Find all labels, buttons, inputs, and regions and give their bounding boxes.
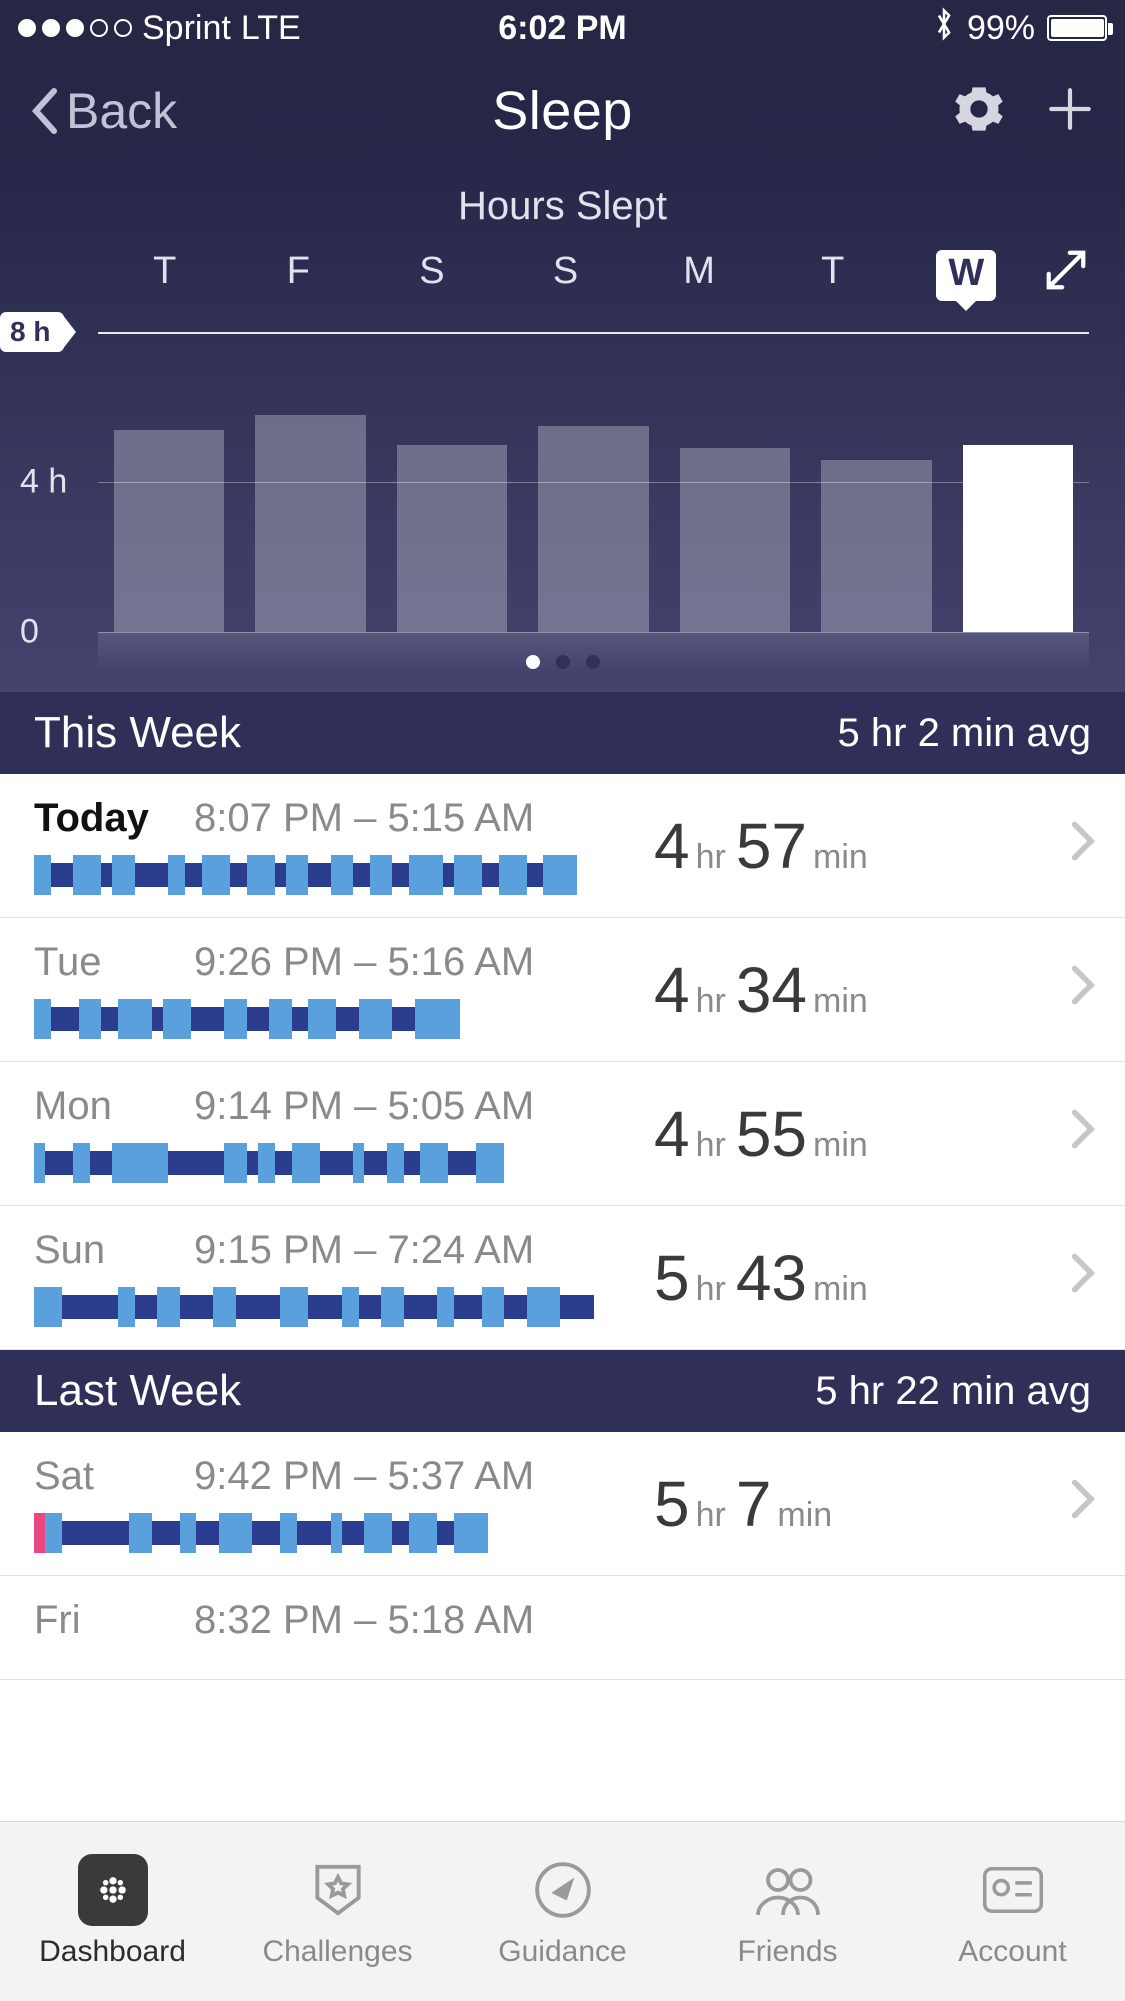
tab-label: Challenges — [262, 1935, 412, 1969]
day-label[interactable]: T — [98, 250, 232, 301]
chevron-right-icon — [1069, 1105, 1095, 1163]
sleep-log-row[interactable]: Tue 9:26 PM – 5:16 AM 4hr34min — [0, 918, 1125, 1062]
pager-dot[interactable] — [526, 655, 540, 669]
battery-pct-label: 99% — [967, 9, 1035, 48]
status-bar: Sprint LTE 6:02 PM 99% — [0, 0, 1125, 56]
chart-bar[interactable] — [98, 332, 240, 632]
sleep-chart: Hours Slept TFSSMTW 8 h 4 h 0 — [0, 166, 1125, 692]
chart-bar[interactable] — [806, 332, 948, 632]
chevron-right-icon — [1069, 961, 1095, 1019]
plus-icon — [1045, 84, 1095, 134]
row-day-label: Sat — [34, 1454, 154, 1499]
row-time-range: 9:14 PM – 5:05 AM — [194, 1084, 534, 1129]
pager-dot[interactable] — [556, 655, 570, 669]
chart-title: Hours Slept — [0, 184, 1125, 229]
tab-friends[interactable]: Friends — [675, 1822, 900, 2001]
row-time-range: 8:07 PM – 5:15 AM — [194, 796, 534, 841]
gear-icon — [953, 83, 1005, 135]
settings-button[interactable] — [953, 83, 1005, 140]
tab-label: Dashboard — [39, 1935, 186, 1969]
day-label[interactable]: F — [232, 250, 366, 301]
bluetooth-icon — [933, 7, 955, 50]
section-header: This Week 5 hr 2 min avg — [0, 692, 1125, 774]
row-duration: 4hr55min — [594, 1097, 1069, 1171]
row-duration: 4hr57min — [594, 809, 1069, 883]
carrier-label: Sprint — [142, 9, 231, 48]
row-day-label: Sun — [34, 1228, 154, 1273]
section-header: Last Week 5 hr 22 min avg — [0, 1350, 1125, 1432]
day-label[interactable]: W — [899, 250, 1033, 301]
row-time-range: 9:42 PM – 5:37 AM — [194, 1454, 534, 1499]
dashboard-icon — [78, 1854, 148, 1926]
section-summary: 5 hr 2 min avg — [838, 711, 1091, 756]
sleep-log-row[interactable]: Today 8:07 PM – 5:15 AM 4hr57min — [0, 774, 1125, 918]
row-day-label: Mon — [34, 1084, 154, 1129]
sleep-stages-bar — [34, 1143, 594, 1183]
expand-icon — [1043, 247, 1089, 293]
tab-challenges[interactable]: Challenges — [225, 1822, 450, 2001]
chart-bar[interactable] — [947, 332, 1089, 632]
sleep-stages-bar — [34, 855, 594, 895]
network-label: LTE — [241, 9, 301, 48]
sleep-log-list[interactable]: This Week 5 hr 2 min avg Today 8:07 PM – 5:… — [0, 692, 1125, 1821]
sleep-stages-bar — [34, 1287, 594, 1327]
section-title: This Week — [34, 708, 241, 758]
row-day-label: Tue — [34, 940, 154, 985]
tab-guidance[interactable]: Guidance — [450, 1822, 675, 2001]
chart-bar[interactable] — [664, 332, 806, 632]
tab-bar: Dashboard Challenges Guidance Friends Ac… — [0, 1821, 1125, 2001]
tab-account[interactable]: Account — [900, 1822, 1125, 2001]
chart-bar[interactable] — [381, 332, 523, 632]
day-label[interactable]: M — [632, 250, 766, 301]
sleep-log-row[interactable]: Sun 9:15 PM – 7:24 AM 5hr43min — [0, 1206, 1125, 1350]
tab-label: Friends — [737, 1935, 837, 1969]
page-indicator[interactable] — [0, 655, 1125, 674]
pager-dot[interactable] — [586, 655, 600, 669]
sleep-stages-bar — [34, 1513, 594, 1553]
chevron-right-icon — [1069, 1249, 1095, 1307]
tab-label: Guidance — [498, 1935, 626, 1969]
battery-icon — [1047, 15, 1107, 41]
friends-icon — [753, 1855, 823, 1925]
row-day-label: Today — [34, 796, 154, 841]
row-time-range: 9:26 PM – 5:16 AM — [194, 940, 534, 985]
selected-day-shield: W — [936, 250, 996, 301]
day-label[interactable]: S — [365, 250, 499, 301]
expand-button[interactable] — [1043, 247, 1089, 304]
chevron-right-icon — [1069, 817, 1095, 875]
day-labels: TFSSMTW — [98, 250, 1033, 301]
chart-bars[interactable] — [98, 332, 1089, 632]
star-badge-icon — [303, 1855, 373, 1925]
compass-icon — [528, 1855, 598, 1925]
chevron-right-icon — [1069, 1475, 1095, 1533]
add-button[interactable] — [1045, 84, 1095, 139]
tab-label: Account — [958, 1935, 1066, 1969]
day-label[interactable]: S — [499, 250, 633, 301]
sleep-log-row[interactable]: Fri 8:32 PM – 5:18 AM — [0, 1576, 1125, 1680]
sleep-stages-bar — [34, 999, 594, 1039]
chart-bar[interactable] — [523, 332, 665, 632]
row-duration: 5hr43min — [594, 1241, 1069, 1315]
clock-label: 6:02 PM — [381, 9, 744, 48]
account-icon — [978, 1855, 1048, 1925]
sleep-log-row[interactable]: Sat 9:42 PM – 5:37 AM 5hr7min — [0, 1432, 1125, 1576]
section-title: Last Week — [34, 1366, 241, 1416]
sleep-log-row[interactable]: Mon 9:14 PM – 5:05 AM 4hr55min — [0, 1062, 1125, 1206]
y-tick-0: 0 — [20, 613, 39, 652]
y-tick-4h: 4 h — [20, 463, 67, 502]
row-day-label: Fri — [34, 1598, 154, 1643]
row-time-range: 9:15 PM – 7:24 AM — [194, 1228, 534, 1273]
nav-bar: Back Sleep — [0, 56, 1125, 166]
signal-strength-icon — [18, 19, 132, 37]
tab-dashboard[interactable]: Dashboard — [0, 1822, 225, 2001]
day-label[interactable]: T — [766, 250, 900, 301]
section-summary: 5 hr 22 min avg — [815, 1369, 1091, 1414]
row-time-range: 8:32 PM – 5:18 AM — [194, 1598, 534, 1643]
chart-bar[interactable] — [240, 332, 382, 632]
row-duration: 4hr34min — [594, 953, 1069, 1027]
row-duration: 5hr7min — [594, 1467, 1069, 1541]
